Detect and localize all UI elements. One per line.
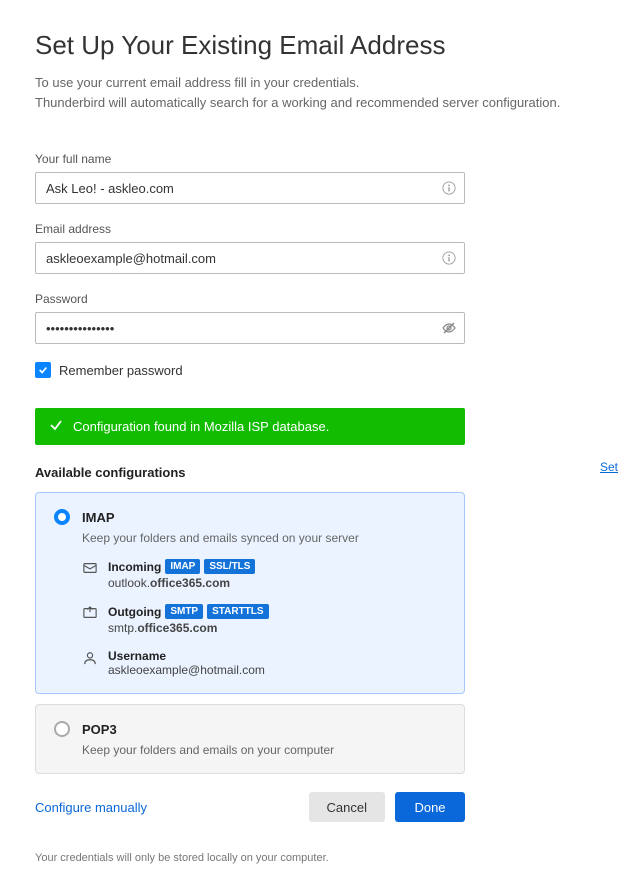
incoming-host: outlook.office365.com bbox=[108, 576, 446, 590]
incoming-icon bbox=[82, 560, 98, 576]
remember-password-label: Remember password bbox=[59, 363, 183, 378]
outgoing-icon bbox=[82, 605, 98, 621]
page-title: Set Up Your Existing Email Address bbox=[35, 30, 583, 61]
username-value: askleoexample@hotmail.com bbox=[108, 663, 446, 677]
fullname-input[interactable] bbox=[35, 172, 465, 204]
badge-smtp: SMTP bbox=[165, 604, 203, 619]
fullname-label: Your full name bbox=[35, 152, 583, 166]
available-configs-header: Available configurations bbox=[35, 465, 583, 480]
outgoing-label: Outgoing bbox=[108, 605, 161, 619]
password-input[interactable] bbox=[35, 312, 465, 344]
pop3-desc: Keep your folders and emails on your com… bbox=[82, 743, 446, 757]
check-icon bbox=[49, 418, 63, 435]
info-icon[interactable] bbox=[441, 180, 457, 196]
cancel-button[interactable]: Cancel bbox=[309, 792, 385, 822]
pop3-title: POP3 bbox=[82, 722, 117, 737]
pop3-radio[interactable] bbox=[54, 721, 70, 737]
badge-imap: IMAP bbox=[165, 559, 200, 574]
imap-desc: Keep your folders and emails synced on y… bbox=[82, 531, 446, 545]
footer-note: Your credentials will only be stored loc… bbox=[35, 852, 583, 864]
page-subtitle: To use your current email address fill i… bbox=[35, 73, 583, 112]
status-text: Configuration found in Mozilla ISP datab… bbox=[73, 419, 329, 434]
remember-password-checkbox[interactable] bbox=[35, 362, 51, 378]
username-label: Username bbox=[108, 649, 446, 663]
settings-link[interactable]: Set bbox=[600, 460, 618, 474]
imap-radio[interactable] bbox=[54, 509, 70, 525]
eye-toggle-icon[interactable] bbox=[441, 320, 457, 336]
badge-ssl: SSL/TLS bbox=[204, 559, 255, 574]
done-button[interactable]: Done bbox=[395, 792, 465, 822]
user-icon bbox=[82, 650, 98, 666]
status-banner: Configuration found in Mozilla ISP datab… bbox=[35, 408, 465, 445]
email-input[interactable] bbox=[35, 242, 465, 274]
config-imap-card[interactable]: IMAP Keep your folders and emails synced… bbox=[35, 492, 465, 694]
config-pop3-card[interactable]: POP3 Keep your folders and emails on you… bbox=[35, 704, 465, 774]
badge-starttls: STARTTLS bbox=[207, 604, 268, 619]
info-icon[interactable] bbox=[441, 250, 457, 266]
incoming-label: Incoming bbox=[108, 560, 161, 574]
email-label: Email address bbox=[35, 222, 583, 236]
password-label: Password bbox=[35, 292, 583, 306]
imap-title: IMAP bbox=[82, 510, 115, 525]
outgoing-host: smtp.office365.com bbox=[108, 621, 446, 635]
configure-manually-link[interactable]: Configure manually bbox=[35, 800, 147, 815]
